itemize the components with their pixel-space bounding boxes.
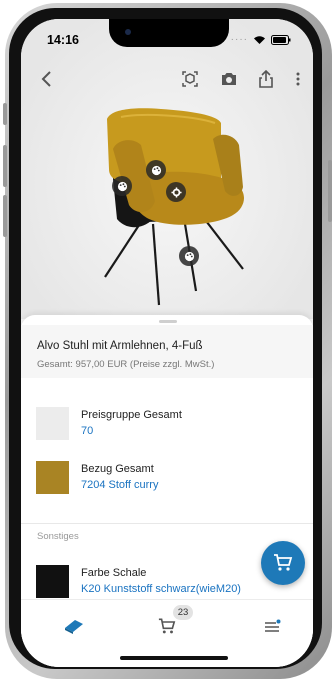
option-label: Farbe Schale: [81, 567, 147, 579]
menu-icon: [265, 619, 281, 632]
product-summary: Alvo Stuhl mit Armlehnen, 4-Fuß Gesamt: …: [21, 325, 313, 378]
option-value[interactable]: K20 Kunststoff schwarz(wieM20): [81, 583, 241, 595]
sheet-drag-handle[interactable]: [159, 320, 177, 323]
phone-side-button: [3, 195, 7, 237]
phone-power-button: [328, 160, 332, 222]
option-label: Preisgruppe Gesamt: [81, 409, 182, 421]
back-chevron-left-icon[interactable]: [35, 67, 59, 91]
divider: [21, 523, 313, 524]
option-item[interactable]: Bezug Gesamt 7204 Stoff curry: [21, 457, 313, 499]
option-item[interactable]: Preisgruppe Gesamt 70: [21, 403, 313, 445]
add-to-cart-button[interactable]: [261, 541, 305, 585]
cart-icon: [274, 554, 293, 571]
phone-side-button: [3, 145, 7, 187]
status-time: 14:16: [47, 33, 79, 47]
notch: [109, 19, 229, 47]
share-icon[interactable]: [254, 67, 278, 91]
home-indicator[interactable]: [120, 656, 228, 660]
hotspot-palette-icon[interactable]: [112, 176, 132, 196]
option-value[interactable]: 70: [81, 425, 93, 437]
cart-count-badge: 23: [173, 605, 193, 620]
nav-catalog[interactable]: [59, 614, 89, 638]
ar-cube-icon[interactable]: [178, 67, 202, 91]
option-swatch: [36, 407, 69, 440]
chair-3d-model[interactable]: [21, 19, 313, 319]
wifi-icon: [254, 35, 265, 44]
option-label: Bezug Gesamt: [81, 463, 154, 475]
option-swatch: [36, 565, 69, 598]
hotspot-palette-icon[interactable]: [146, 160, 166, 180]
hotspot-gear-icon[interactable]: [166, 182, 186, 202]
phone-side-button: [3, 103, 7, 125]
more-vertical-icon[interactable]: [286, 67, 310, 91]
section-title-other: Sonstiges: [37, 531, 79, 542]
signal-icon: ····: [230, 34, 248, 45]
product-total: Gesamt: 957,00 EUR (Preise zzgl. MwSt.): [37, 359, 215, 370]
app-screen: 14:16 ···· Alvo Stuhl mit Armlehnen, 4-F…: [21, 19, 313, 667]
option-value[interactable]: 7204 Stoff curry: [81, 479, 158, 491]
3d-viewer[interactable]: [21, 19, 313, 319]
catalog-icon: [65, 620, 83, 634]
viewer-toolbar: [21, 67, 313, 97]
camera-icon[interactable]: [217, 67, 241, 91]
product-title: Alvo Stuhl mit Armlehnen, 4-Fuß: [37, 340, 203, 352]
nav-menu[interactable]: [257, 614, 287, 638]
cart-icon: [158, 617, 176, 633]
option-swatch: [36, 461, 69, 494]
battery-icon: [271, 34, 291, 45]
hotspot-palette-icon[interactable]: [179, 246, 199, 266]
